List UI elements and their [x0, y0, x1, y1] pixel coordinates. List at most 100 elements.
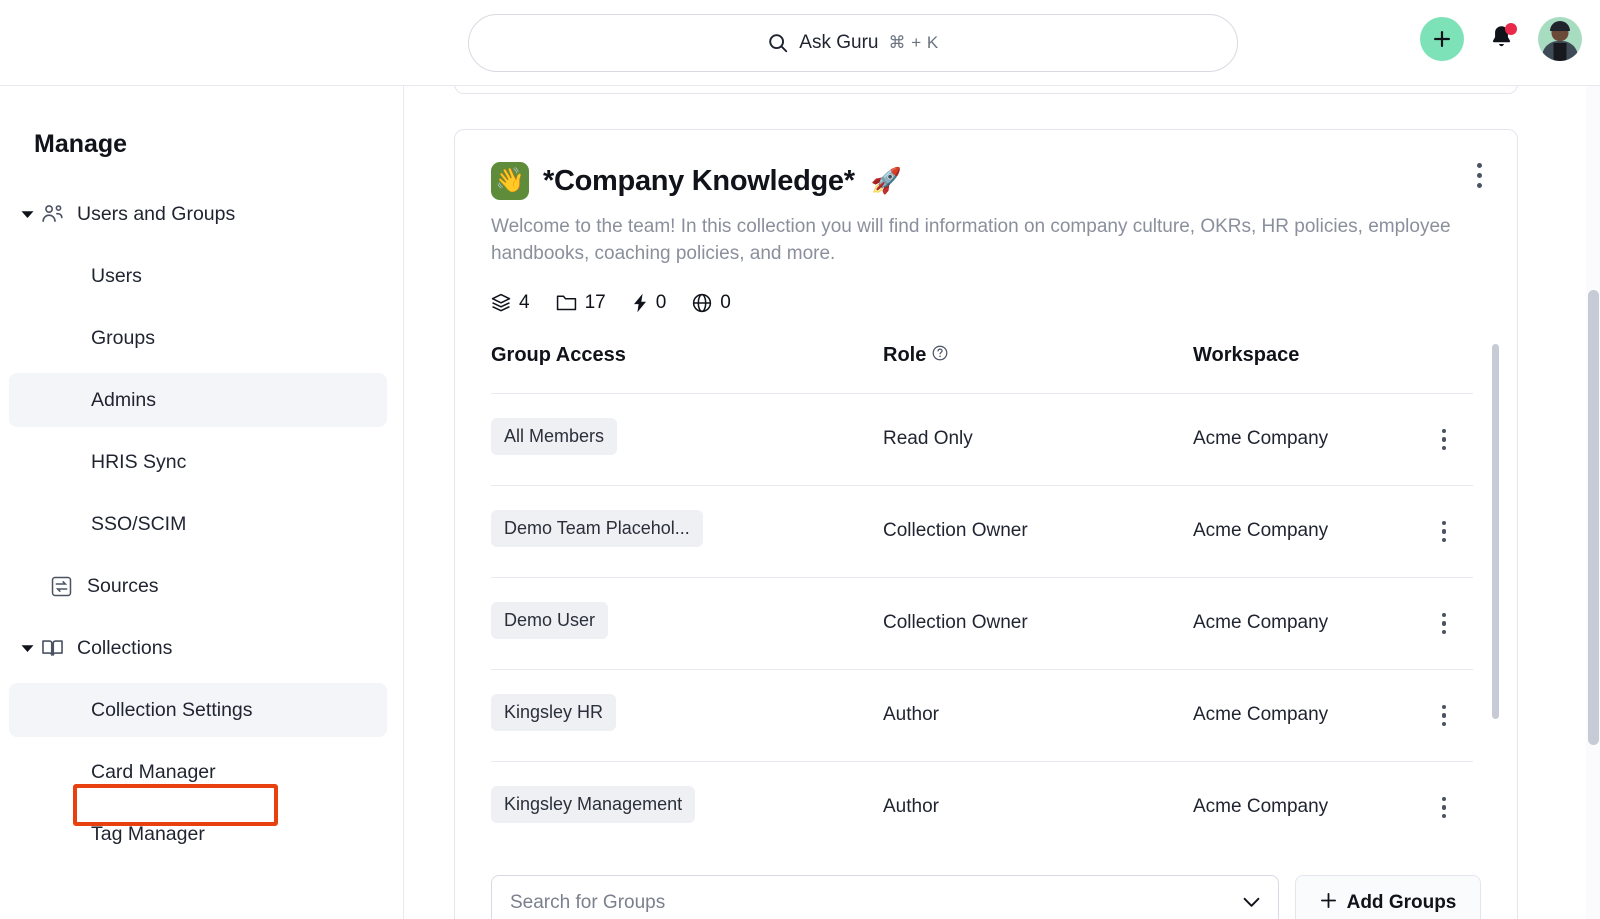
cell-role: Collection Owner — [883, 576, 1193, 670]
bolt-icon — [632, 293, 648, 313]
stat-value: 17 — [584, 291, 606, 313]
column-header-role: Role — [883, 338, 1193, 394]
wave-emoji-icon: 👋 — [491, 162, 529, 200]
table-row[interactable]: Demo User Collection Owner Acme Company — [491, 576, 1473, 670]
page-scrollbar-thumb[interactable] — [1588, 290, 1599, 745]
collection-header: 👋 *Company Knowledge* 🚀 Welcome to the t… — [455, 130, 1517, 314]
collection-menu-button[interactable] — [1465, 158, 1493, 192]
group-access-table-wrapper: Group Access Role Workspace All Members … — [455, 338, 1517, 853]
kebab-dot — [1441, 437, 1447, 442]
card-footer: Search for Groups Add Groups — [455, 858, 1517, 919]
rocket-emoji-icon: 🚀 — [870, 166, 902, 195]
cell-group: Demo Team Placehol... — [491, 484, 883, 578]
cell-workspace: Acme Company — [1193, 668, 1433, 762]
plus-icon — [1431, 28, 1453, 50]
kebab-dot — [1441, 445, 1447, 451]
sidebar-item-collections[interactable]: Collections — [9, 621, 387, 675]
cell-actions — [1433, 484, 1473, 578]
kebab-dot — [1441, 805, 1447, 810]
kebab-dot — [1476, 162, 1482, 168]
globe-icon — [692, 293, 712, 313]
chevron-down-icon[interactable] — [21, 210, 39, 219]
sidebar-item-label: Tag Manager — [91, 822, 205, 845]
cell-group: Demo User — [491, 576, 883, 670]
sidebar: Manage Users and Groups Users Groups Adm… — [0, 86, 404, 919]
kebab-dot — [1476, 182, 1482, 188]
sidebar-item-admins[interactable]: Admins — [9, 373, 387, 427]
search-shortcut: ⌘ + K — [888, 33, 939, 52]
kebab-dot — [1441, 520, 1447, 526]
search-label: Ask Guru — [799, 32, 879, 53]
collection-stats: 4 17 0 0 — [491, 292, 1481, 314]
collection-title: *Company Knowledge* — [543, 164, 855, 197]
avatar-hair — [1550, 21, 1570, 31]
cell-workspace: Acme Company — [1193, 392, 1433, 486]
help-circle-icon[interactable] — [932, 344, 948, 367]
stat-cards: 4 — [491, 292, 530, 314]
group-access-table: Group Access Role Workspace All Members … — [491, 338, 1473, 853]
row-menu-button[interactable] — [1433, 702, 1455, 728]
sidebar-item-users-and-groups[interactable]: Users and Groups — [9, 187, 387, 241]
table-scrollbar-thumb[interactable] — [1492, 343, 1499, 719]
sidebar-item-users[interactable]: Users — [9, 249, 387, 303]
cell-actions — [1433, 392, 1473, 486]
sidebar-item-label: HRIS Sync — [91, 450, 187, 473]
sidebar-item-tag-manager[interactable]: Tag Manager — [9, 807, 387, 861]
table-row[interactable]: Kingsley HR Author Acme Company — [491, 668, 1473, 762]
avatar[interactable] — [1538, 17, 1582, 61]
cell-role: Read Only — [883, 392, 1193, 486]
row-menu-button[interactable] — [1433, 426, 1455, 452]
sidebar-item-card-manager[interactable]: Card Manager — [9, 745, 387, 799]
sidebar-item-groups[interactable]: Groups — [9, 311, 387, 365]
sidebar-item-label: SSO/SCIM — [91, 512, 187, 535]
kebab-dot — [1441, 713, 1447, 718]
stat-value: 4 — [519, 291, 530, 313]
kebab-dot — [1441, 813, 1447, 819]
column-header-workspace: Workspace — [1193, 343, 1300, 366]
sidebar-nav: Users and Groups Users Groups Admins HRI… — [0, 187, 403, 861]
sidebar-item-label: Groups — [91, 326, 155, 349]
notification-badge-dot — [1505, 23, 1517, 35]
group-chip: Kingsley Management — [491, 785, 696, 823]
kebab-dot — [1441, 629, 1447, 635]
sidebar-item-label: Admins — [91, 388, 157, 411]
sources-icon — [51, 576, 79, 597]
stat-bolt: 0 — [632, 292, 666, 314]
layers-icon — [491, 293, 511, 312]
collection-title-row: 👋 *Company Knowledge* 🚀 — [491, 162, 1481, 200]
main-content: 👋 *Company Knowledge* 🚀 Welcome to the t… — [404, 86, 1600, 919]
row-menu-button[interactable] — [1433, 518, 1455, 544]
avatar-shirt — [1553, 43, 1567, 61]
add-groups-button[interactable]: Add Groups — [1295, 875, 1481, 919]
table-row[interactable]: Demo Team Placehol... Collection Owner A… — [491, 484, 1473, 578]
group-chip: Demo Team Placehol... — [491, 509, 703, 547]
kebab-dot — [1441, 537, 1447, 543]
group-search-placeholder: Search for Groups — [510, 892, 666, 913]
create-button[interactable] — [1420, 17, 1464, 61]
sidebar-item-label: Collections — [77, 636, 173, 659]
sidebar-item-label: Sources — [87, 574, 159, 597]
previous-collection-card-stub — [454, 86, 1518, 94]
cell-role: Collection Owner — [883, 484, 1193, 578]
row-menu-button[interactable] — [1433, 610, 1455, 636]
kebab-dot — [1441, 612, 1447, 618]
kebab-dot — [1441, 704, 1447, 710]
sidebar-item-label: Card Manager — [91, 760, 216, 783]
sidebar-item-hris-sync[interactable]: HRIS Sync — [9, 435, 387, 489]
global-search-bar[interactable]: Ask Guru ⌘ + K — [468, 14, 1238, 72]
sidebar-item-sources[interactable]: Sources — [9, 559, 387, 613]
cell-role: Author — [883, 668, 1193, 762]
table-row[interactable]: Kingsley Management Author Acme Company — [491, 760, 1473, 853]
group-search-input[interactable]: Search for Groups — [491, 875, 1279, 919]
chevron-down-icon[interactable] — [1243, 892, 1260, 914]
chevron-down-icon[interactable] — [21, 644, 39, 653]
row-menu-button[interactable] — [1433, 794, 1455, 820]
table-row[interactable]: All Members Read Only Acme Company — [491, 392, 1473, 486]
sidebar-item-sso-scim[interactable]: SSO/SCIM — [9, 497, 387, 551]
cell-group: All Members — [491, 392, 883, 486]
sidebar-item-collection-settings[interactable]: Collection Settings — [9, 683, 387, 737]
notifications-button[interactable] — [1486, 22, 1517, 56]
stat-value: 0 — [720, 291, 731, 313]
cell-workspace: Acme Company — [1193, 576, 1433, 670]
cell-workspace: Acme Company — [1193, 484, 1433, 578]
